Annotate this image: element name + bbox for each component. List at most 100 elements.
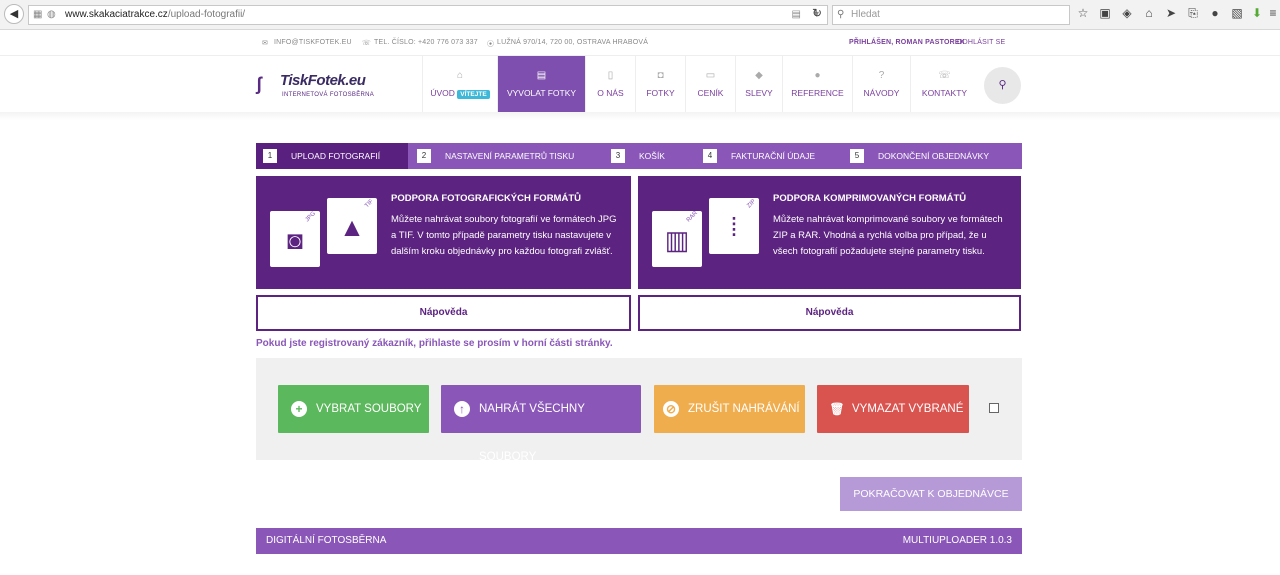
order-steps: 1 UPLOAD FOTOGRAFIÍ 2 NASTAVENÍ PARAMETRŮ … xyxy=(256,143,1022,169)
home-icon[interactable]: ⌂ xyxy=(1140,6,1158,20)
home-icon: ⌂ xyxy=(456,70,464,81)
uploader-footer: DIGITÁLNÍ FOTOSBĚRNA MULTIUPLOADER 1.0.3 xyxy=(256,528,1022,554)
zipper-icon: ⁞ xyxy=(730,212,738,242)
envelope-icon: ✉ xyxy=(262,40,269,47)
extension-icon[interactable]: ▧ xyxy=(1228,6,1246,20)
site-search-button[interactable]: ⚲ xyxy=(984,67,1021,104)
step-label: NASTAVENÍ PARAMETRŮ TISKU xyxy=(445,151,575,161)
bookmark-star-icon[interactable]: ☆ xyxy=(1074,6,1092,20)
back-arrow-icon[interactable]: ◀ xyxy=(4,4,24,24)
zip-file-icon: ZIP ⁞ xyxy=(709,198,759,254)
select-all-checkbox[interactable] xyxy=(989,403,999,413)
welcome-badge: VÍTEJTE xyxy=(457,90,490,99)
logo-mark-icon: ʃ xyxy=(256,74,262,94)
cancel-upload-button[interactable]: ⊘ ZRUŠIT NAHRÁVÁNÍ xyxy=(654,385,805,433)
step-number: 2 xyxy=(417,148,431,163)
button-label: VYBRAT SOUBORY xyxy=(316,403,422,415)
chat-icon[interactable]: ● xyxy=(1206,6,1224,20)
archive-icon: ▥ xyxy=(664,225,690,255)
step-number: 1 xyxy=(263,148,277,163)
nav-label: ÚVOD xyxy=(430,88,455,98)
button-label: VYMAZAT VYBRANÉ xyxy=(852,403,964,415)
step-label: DOKONČENÍ OBJEDNÁVKY xyxy=(878,151,989,161)
nav-label: SLEVY xyxy=(745,88,773,98)
bookmarks-icon[interactable]: ▦ xyxy=(33,6,42,24)
file-type-tag: RAR xyxy=(686,210,700,224)
step-label: UPLOAD FOTOGRAFIÍ xyxy=(291,151,381,161)
comment-icon: ● xyxy=(814,70,821,81)
pocket-icon[interactable]: ◈ xyxy=(1118,6,1136,20)
footer-right: MULTIUPLOADER 1.0.3 xyxy=(902,535,1012,546)
box-text: Můžete nahrávat soubory fotografií ve fo… xyxy=(391,214,617,257)
step-label: KOŠÍK xyxy=(639,151,665,161)
nav-label: KONTAKTY xyxy=(921,88,968,98)
box-title: PODPORA FOTOGRAFICKÝCH FORMÁTŮ xyxy=(391,193,581,204)
phone-icon: ☏ xyxy=(362,40,371,47)
logged-in-user: PŘIHLÁŠEN, ROMAN PASTOREK xyxy=(849,39,965,46)
nav-item-slevy[interactable]: ◆ SLEVY xyxy=(735,56,782,113)
nav-item-kontakty[interactable]: ☏ KONTAKTY xyxy=(910,56,978,113)
step-2: 2 NASTAVENÍ PARAMETRŮ TISKU xyxy=(417,143,574,169)
camera-icon: ◙ xyxy=(287,225,303,255)
printer-icon: ▤ xyxy=(536,70,547,81)
plus-circle-icon: + xyxy=(291,401,307,417)
nav-item-vyvolat-fotky[interactable]: ▤ VYVOLAT FOTKY xyxy=(497,56,585,112)
ban-icon: ⊘ xyxy=(663,401,679,417)
continue-to-order-button[interactable]: POKRAČOVAT K OBJEDNÁVCE xyxy=(840,477,1022,511)
help-button-archives[interactable]: Nápověda xyxy=(638,295,1021,331)
camera-icon: ◘ xyxy=(657,70,664,81)
nav-label: REFERENCE xyxy=(791,88,844,98)
nav-item-cenik[interactable]: ▭ CENÍK xyxy=(685,56,735,113)
tif-file-icon: TIF ▲ xyxy=(327,198,377,254)
menu-icon[interactable]: ≡ xyxy=(1264,6,1280,20)
upload-all-button[interactable]: ↑ NAHRÁT VŠECHNY SOUBORY xyxy=(441,385,641,463)
jpg-file-icon: JPG ◙ xyxy=(270,211,320,267)
url-host: www.skakaciatrakce.cz xyxy=(65,9,168,20)
browser-toolbar: ◀ ▦ ◍ www.skakaciatrakce.cz/upload-fotog… xyxy=(0,0,1280,30)
nav-label: NÁVODY xyxy=(863,88,900,98)
search-placeholder: Hledat xyxy=(851,9,880,20)
email-link[interactable]: INFO@TISKFOTEK.EU xyxy=(274,39,352,46)
reader-view-icon[interactable]: ▤ xyxy=(792,6,801,24)
share-icon[interactable]: ⎘ xyxy=(1184,6,1202,21)
reload-icon[interactable]: ↻ xyxy=(808,6,826,20)
file-type-tag: ZIP xyxy=(745,198,757,210)
step-label: FAKTURAČNÍ ÚDAJE xyxy=(731,151,816,161)
file-type-tag: JPG xyxy=(304,210,318,224)
delete-selected-button[interactable]: 🗑 VYMAZAT VYBRANÉ xyxy=(817,385,969,433)
address-bar[interactable]: ▦ ◍ www.skakaciatrakce.cz/upload-fotogra… xyxy=(28,5,828,25)
archive-formats-box: RAR ▥ ZIP ⁞ PODPORA KOMPRIMOVANÝCH FORMÁ… xyxy=(638,176,1021,289)
browser-search-input[interactable]: ⚲ Hledat xyxy=(832,5,1070,25)
logo-name: TiskFotek.eu xyxy=(280,72,366,89)
send-icon[interactable]: ➤ xyxy=(1162,6,1180,20)
location-icon: ⦿ xyxy=(487,41,495,48)
header-shadow xyxy=(0,112,1280,120)
footer-left: DIGITÁLNÍ FOTOSBĚRNA xyxy=(266,535,387,546)
step-3: 3 KOŠÍK xyxy=(611,143,665,169)
address-text: LUŽNÁ 970/14, 720 00, OSTRAVA HRABOVÁ xyxy=(497,39,649,46)
select-files-button[interactable]: + VYBRAT SOUBORY xyxy=(278,385,429,433)
nav-label: FOTKY xyxy=(646,88,675,98)
nav-item-uvod[interactable]: ⌂ ÚVOD VÍTEJTE xyxy=(422,56,497,113)
url-path: /upload-fotografii/ xyxy=(167,9,246,20)
nav-item-reference[interactable]: ● REFERENCE xyxy=(782,56,852,113)
search-icon: ⚲ xyxy=(998,79,1007,91)
box-title: PODPORA KOMPRIMOVANÝCH FORMÁTŮ xyxy=(773,193,967,204)
nav-item-navody[interactable]: ? NÁVODY xyxy=(852,56,910,113)
list-icon: ▭ xyxy=(705,70,716,81)
image-icon: ▲ xyxy=(339,212,365,242)
nav-label: CENÍK xyxy=(697,88,724,98)
phone-text: TEL. ČÍSLO: +420 776 073 337 xyxy=(374,39,478,46)
logo-tagline: INTERNETOVÁ FOTOSBĚRNA xyxy=(282,92,375,98)
logout-link[interactable]: ODHLÁSIT SE xyxy=(957,39,1005,46)
clipboard-icon[interactable]: ▣ xyxy=(1096,6,1114,20)
nav-item-o-nas[interactable]: ▯ O NÁS xyxy=(585,56,635,113)
site-header: ʃ TiskFotek.eu INTERNETOVÁ FOTOSBĚRNA ⌂ … xyxy=(0,55,1280,113)
tag-icon: ◆ xyxy=(755,70,763,81)
button-label: NAHRÁT VŠECHNY SOUBORY xyxy=(479,403,585,463)
phone-icon: ▯ xyxy=(607,70,614,81)
help-button-photos[interactable]: Nápověda xyxy=(256,295,631,331)
logo[interactable]: ʃ TiskFotek.eu INTERNETOVÁ FOTOSBĚRNA xyxy=(256,72,386,102)
step-number: 3 xyxy=(611,148,625,163)
nav-item-fotky[interactable]: ◘ FOTKY xyxy=(635,56,685,113)
